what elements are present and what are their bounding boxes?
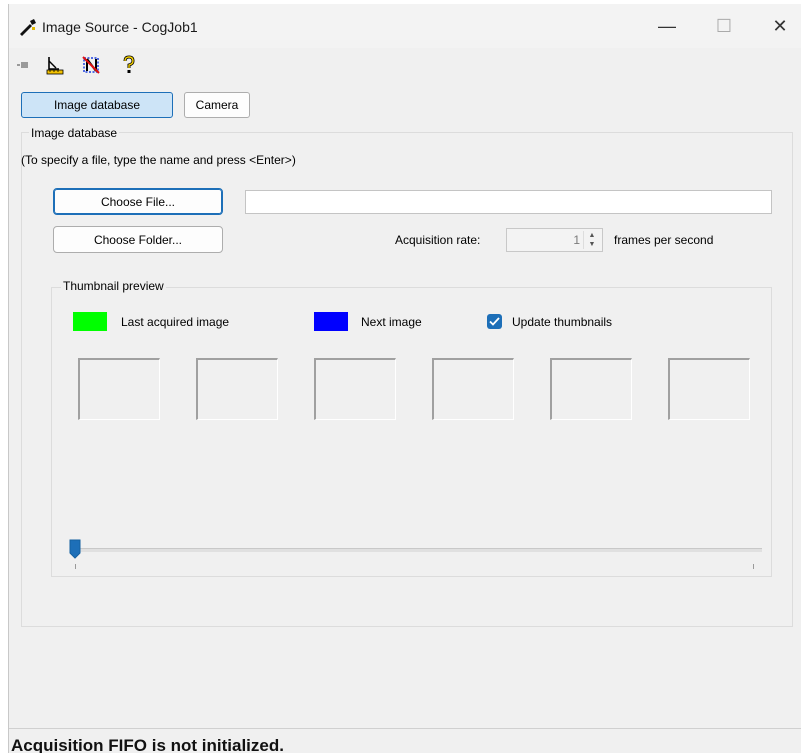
checkmark-icon [489,317,500,326]
thumbnail-preview-label: Thumbnail preview [61,279,166,293]
choose-folder-button[interactable]: Choose Folder... [53,226,223,253]
window-title: Image Source - CogJob1 [42,19,198,35]
slider-tick-end [753,564,754,569]
acquisition-rate-value: 1 [573,233,580,247]
toolbar [9,48,801,82]
update-thumbnails-checkbox[interactable] [487,314,502,329]
minimize-button[interactable]: — [644,4,690,48]
maximize-button[interactable]: ☐ [701,4,747,48]
image-source-window: Image Source - CogJob1 — ☐ ✕ Image datab… [8,4,801,753]
app-wand-icon [20,19,36,36]
next-image-swatch [314,312,348,331]
thumbnail-slot[interactable] [550,358,632,420]
thumbnail-slider-track[interactable] [70,548,762,552]
next-image-label: Next image [361,315,422,329]
acquisition-rate-label: Acquisition rate: [395,233,481,247]
thumbnail-preview-group [51,287,772,577]
crop-icon[interactable] [81,55,101,75]
spin-up-icon[interactable]: ▲ [584,231,600,240]
close-button[interactable]: ✕ [757,4,801,48]
last-acquired-swatch [73,312,107,331]
thumbnail-slot[interactable] [314,358,396,420]
update-thumbnails-label: Update thumbnails [512,315,613,329]
file-instructions: (To specify a file, type the name and pr… [21,153,296,167]
thumbnail-slot[interactable] [78,358,160,420]
spin-down-icon[interactable]: ▼ [584,240,600,249]
file-path-input[interactable] [245,190,772,214]
status-text: Acquisition FIFO is not initialized. [11,736,284,753]
tab-camera[interactable]: Camera [184,92,250,118]
fps-label: frames per second [614,233,714,247]
slider-tick-start [75,564,76,569]
dock-icon[interactable] [13,55,33,75]
choose-file-button[interactable]: Choose File... [53,188,223,215]
acquisition-rate-spinner[interactable]: 1 ▲ ▼ [506,228,603,252]
thumbnail-slot[interactable] [432,358,514,420]
thumbnail-slot[interactable] [668,358,750,420]
tab-image-database[interactable]: Image database [21,92,173,118]
last-acquired-label: Last acquired image [121,315,230,329]
measure-icon[interactable] [45,55,65,75]
thumbnail-slot[interactable] [196,358,278,420]
title-bar: Image Source - CogJob1 — ☐ ✕ [9,4,801,48]
spinner-arrows: ▲ ▼ [583,231,600,249]
help-icon[interactable] [119,55,139,75]
image-database-group-label: Image database [29,126,120,140]
thumbnail-slider-handle[interactable] [69,539,81,559]
